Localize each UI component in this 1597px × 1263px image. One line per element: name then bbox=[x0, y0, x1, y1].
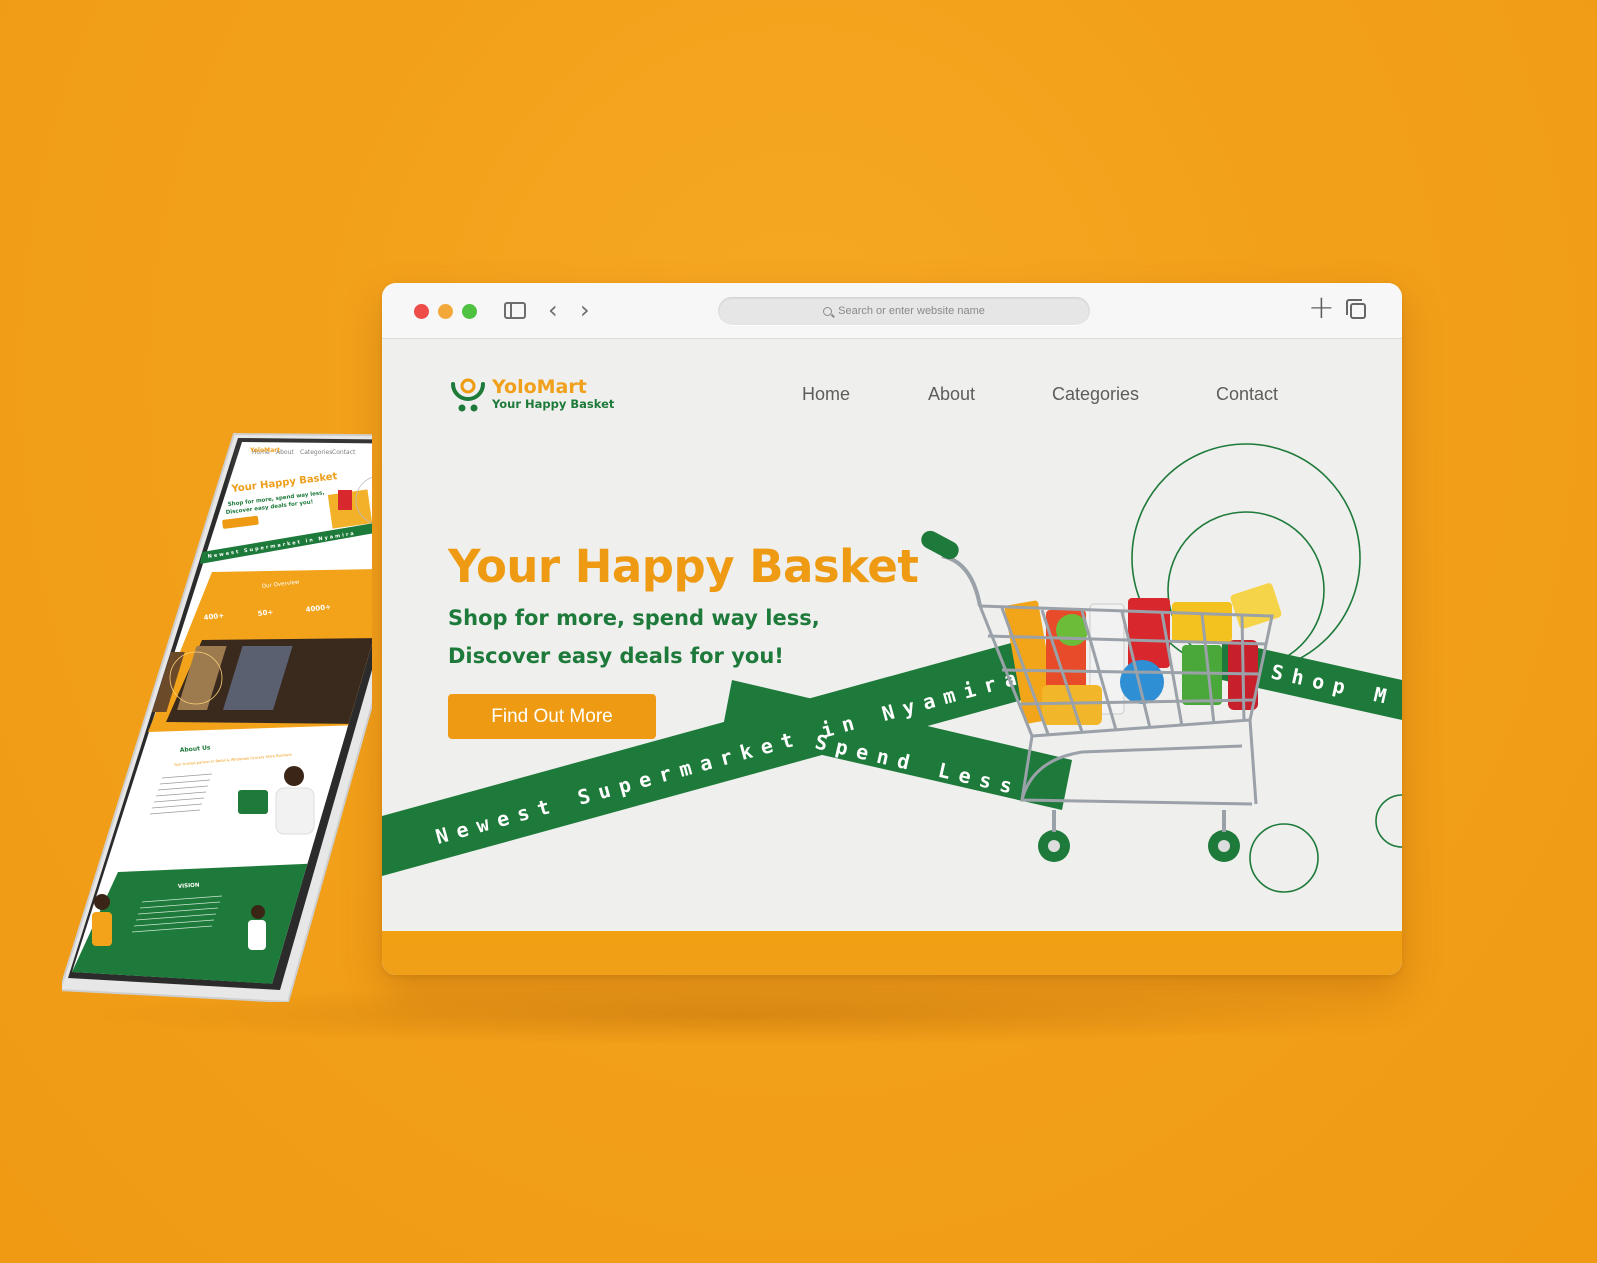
browser-window: ‹ › Search or enter website name + Newes… bbox=[382, 283, 1402, 975]
address-bar-placeholder: Search or enter website name bbox=[838, 305, 985, 317]
cart-wheels bbox=[1038, 810, 1240, 862]
sidebar-toggle-icon[interactable] bbox=[504, 302, 526, 319]
maximize-window-button[interactable] bbox=[462, 304, 477, 319]
brand-tagline: Your Happy Basket bbox=[492, 397, 615, 411]
back-arrow-icon[interactable]: ‹ bbox=[548, 297, 558, 323]
footer-strip bbox=[382, 931, 1402, 975]
minimize-window-button[interactable] bbox=[438, 304, 453, 319]
phone-person-head bbox=[284, 766, 304, 786]
browser-titlebar: ‹ › Search or enter website name + bbox=[382, 283, 1402, 339]
site-logo[interactable]: YoloMart Your Happy Basket bbox=[450, 374, 614, 414]
hero-title: Your Happy Basket bbox=[448, 540, 919, 593]
web-page: Newest Supermarket in Nyamira Spend Less… bbox=[382, 340, 1402, 975]
search-icon bbox=[823, 306, 833, 316]
brand-name: YoloMart bbox=[492, 376, 587, 398]
cart-logo-icon bbox=[450, 374, 486, 414]
nav-home[interactable]: Home bbox=[802, 384, 850, 405]
close-window-button[interactable] bbox=[414, 304, 429, 319]
hero-subtitle-line2: Discover easy deals for you! bbox=[448, 644, 784, 668]
new-tab-icon[interactable]: + bbox=[1308, 291, 1335, 323]
phone-device: Home About Categories Contact YoloMart Y… bbox=[58, 432, 450, 1004]
phone-screen: Home About Categories Contact YoloMart Y… bbox=[72, 442, 432, 984]
nav-about[interactable]: About bbox=[928, 384, 975, 405]
nav-categories[interactable]: Categories bbox=[1052, 384, 1162, 405]
phone-mockup: Home About Categories Contact YoloMart Y… bbox=[58, 432, 450, 1004]
find-out-more-button[interactable]: Find Out More bbox=[448, 694, 656, 739]
address-bar[interactable]: Search or enter website name bbox=[718, 297, 1090, 325]
small-circle bbox=[1249, 823, 1319, 893]
phone-basket bbox=[238, 790, 268, 814]
edge-circle bbox=[1375, 794, 1402, 848]
tabs-overview-icon[interactable] bbox=[1346, 299, 1366, 319]
nav-contact[interactable]: Contact bbox=[1216, 384, 1278, 405]
forward-arrow-icon[interactable]: › bbox=[580, 297, 590, 323]
hero-subtitle-line1: Shop for more, spend way less, bbox=[448, 606, 820, 630]
